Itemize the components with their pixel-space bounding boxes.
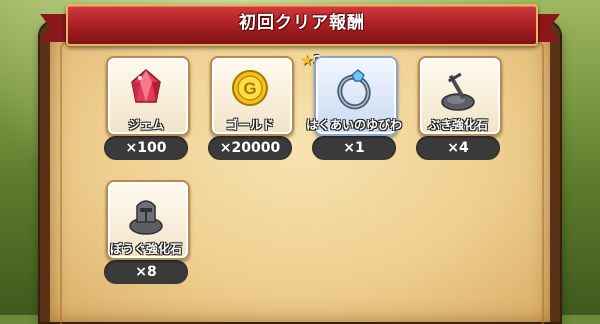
reward-quantity: ×1 (312, 136, 396, 160)
gold-coin-icon: G (232, 70, 268, 106)
reward-name: ジェム (127, 118, 164, 132)
dialog-title: 初回クリア報酬 (239, 13, 365, 33)
weapon-stone-icon (441, 72, 475, 111)
reward-name: ゴールド (225, 118, 274, 132)
reward-name: ぼうぐ強化石 (109, 242, 182, 256)
reward-item-armor-stone[interactable]: ぼうぐ強化石 ×8 (104, 180, 190, 290)
armor-stone-icon (129, 200, 163, 235)
reward-name: ぶき強化石 (427, 118, 488, 132)
reward-quantity: ×4 (416, 136, 500, 160)
svg-text:G: G (243, 79, 256, 98)
reward-item-gem[interactable]: ジェム ×100 (104, 56, 190, 166)
reward-quantity: ×8 (104, 260, 188, 284)
ring-icon (337, 69, 371, 110)
reward-item-ring[interactable]: はくあいのゆびわ ×1 (306, 56, 402, 166)
reward-name: はくあいのゆびわ (306, 118, 403, 132)
reward-quantity: ×100 (104, 136, 188, 160)
reward-quantity: ×20000 (208, 136, 292, 160)
reward-item-weapon-stone[interactable]: ぶき強化石 ×4 (416, 56, 502, 166)
reward-item-gold[interactable]: G ゴールド ×20000 (208, 56, 294, 166)
gem-icon (131, 69, 161, 103)
